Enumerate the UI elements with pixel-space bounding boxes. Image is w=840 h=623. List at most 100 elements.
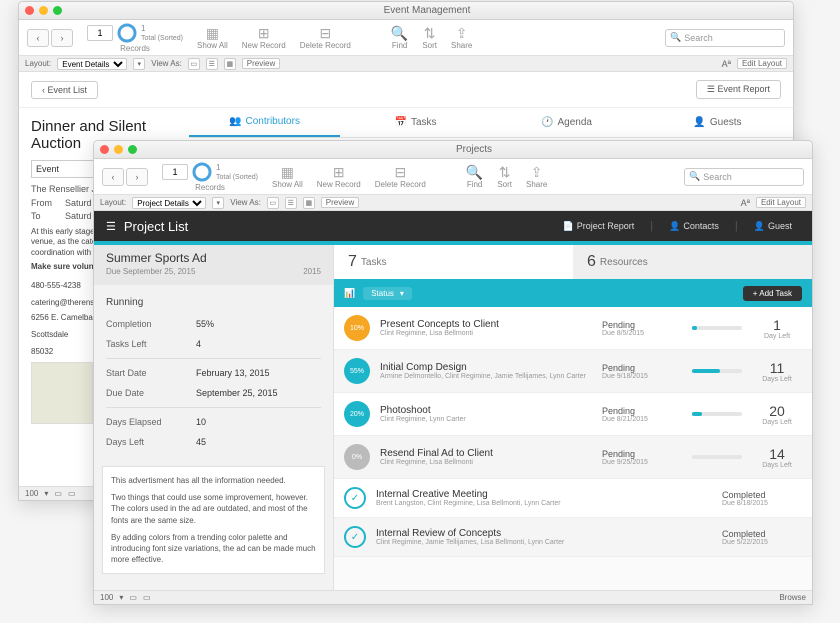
task-assignees: Armine Delmontello, Clint Regimine, Jami… [380, 373, 592, 380]
task-status: Pending [602, 363, 682, 373]
days-left: 11Days Left [752, 360, 802, 383]
back-event-list-button[interactable]: ‹ Event List [31, 81, 98, 99]
pie-icon [117, 23, 137, 43]
minimize-icon[interactable] [114, 145, 123, 154]
event-report-button[interactable]: ☰ Event Report [696, 80, 781, 99]
layout-select[interactable]: Project Details [132, 197, 206, 209]
search-input[interactable]: 🔍Search [684, 168, 804, 186]
task-row[interactable]: 0% Resend Final Ad to ClientClint Regimi… [334, 436, 812, 479]
form-view-button[interactable]: ▭ [188, 58, 200, 70]
delete-record-button[interactable]: ⊟Delete Record [300, 26, 351, 50]
task-assignees: Clint Regimine, Lisa Bellmonti [380, 330, 592, 337]
close-icon[interactable] [25, 6, 34, 15]
sb-icon[interactable]: ▭ [54, 489, 62, 498]
next-record-button[interactable]: › [126, 168, 148, 186]
layout-label: Layout: [25, 59, 51, 68]
guest-button[interactable]: 👤Guest [746, 221, 800, 232]
layout-bar: Layout: Event Details ▾ View As: ▭ ☰ ▦ P… [19, 56, 793, 72]
status-filter[interactable]: Status▾ [363, 287, 412, 300]
contacts-icon: 👤 [669, 221, 680, 232]
tab-resources[interactable]: 6Resources [573, 245, 812, 279]
close-icon[interactable] [100, 145, 109, 154]
task-title: Initial Comp Design [380, 362, 592, 373]
tab-agenda[interactable]: 🕐Agenda [491, 108, 642, 137]
record-number-input[interactable] [87, 25, 113, 41]
titlebar[interactable]: Event Management [19, 2, 793, 20]
new-record-button[interactable]: ⊞New Record [242, 26, 286, 50]
sort-button[interactable]: ⇅Sort [497, 165, 512, 189]
task-row[interactable]: 55% Initial Comp DesignArmine Delmontell… [334, 350, 812, 393]
sb-icon2[interactable]: ▭ [68, 489, 76, 498]
text-size-icon[interactable]: Aª [741, 198, 750, 208]
report-icon: 📄 [563, 221, 574, 232]
table-view-button[interactable]: ▦ [303, 197, 315, 209]
task-assignees: Brent Langston, Clint Regimine, Lisa Bel… [376, 500, 712, 507]
task-title: Photoshoot [380, 405, 592, 416]
zoom-icon[interactable] [128, 145, 137, 154]
layout-select[interactable]: Event Details [57, 58, 127, 70]
from-label: From [31, 198, 61, 208]
prev-record-button[interactable]: ‹ [102, 168, 124, 186]
share-button[interactable]: ⇪Share [451, 26, 472, 50]
table-view-button[interactable]: ▦ [224, 58, 236, 70]
task-title: Present Concepts to Client [380, 319, 592, 330]
preview-button[interactable]: Preview [242, 58, 280, 69]
new-record-button[interactable]: ⊞New Record [317, 165, 361, 189]
share-button[interactable]: ⇪Share [526, 165, 547, 189]
find-button[interactable]: 🔍Find [391, 26, 408, 50]
task-row[interactable]: ✓ Internal Creative MeetingBrent Langsto… [334, 479, 812, 518]
project-report-button[interactable]: 📄Project Report [555, 221, 643, 232]
projects-window: Projects ‹ › 1Total (Sorted) Records ▦Sh… [93, 140, 813, 605]
next-record-button[interactable]: › [51, 29, 73, 47]
progress-badge: 10% [344, 315, 370, 341]
minimize-icon[interactable] [39, 6, 48, 15]
task-row[interactable]: ✓ Internal Review of ConceptsClint Regim… [334, 518, 812, 557]
record-number-input[interactable] [162, 164, 188, 180]
tab-guests[interactable]: 👤Guests [642, 108, 793, 137]
map-thumbnail[interactable] [31, 362, 93, 424]
prev-record-button[interactable]: ‹ [27, 29, 49, 47]
check-icon: ✓ [344, 526, 366, 548]
progress-bar [692, 369, 742, 373]
contacts-button[interactable]: 👤Contacts [661, 221, 727, 232]
list-view-button[interactable]: ☰ [206, 58, 218, 70]
tab-contributors[interactable]: 👥Contributors [189, 108, 340, 137]
project-note[interactable]: This advertisment has all the informatio… [102, 466, 325, 574]
show-all-button[interactable]: ▦Show All [272, 165, 303, 189]
task-row[interactable]: 10% Present Concepts to ClientClint Regi… [334, 307, 812, 350]
project-year: 2015 [303, 267, 321, 276]
show-all-button[interactable]: ▦Show All [197, 26, 228, 50]
add-task-button[interactable]: + Add Task [743, 286, 802, 301]
delete-record-button[interactable]: ⊟Delete Record [375, 165, 426, 189]
mode-label[interactable]: Browse [779, 593, 806, 602]
list-view-button[interactable]: ☰ [285, 197, 297, 209]
task-due: Due 9/18/2015 [602, 373, 682, 380]
elapsed-label: Days Elapsed [106, 417, 196, 427]
tab-tasks[interactable]: 📅Tasks [340, 108, 491, 137]
sort-button[interactable]: ⇅Sort [422, 26, 437, 50]
view-as-label: View As: [151, 59, 182, 68]
dropdown-icon[interactable]: ▾ [212, 197, 224, 209]
search-input[interactable]: 🔍Search [665, 29, 785, 47]
text-size-icon[interactable]: Aª [722, 59, 731, 69]
search-icon: 🔍 [689, 171, 700, 182]
dropdown-icon[interactable]: ▾ [133, 58, 145, 70]
zoom-value[interactable]: 100 [100, 593, 113, 602]
preview-button[interactable]: Preview [321, 197, 359, 208]
find-button[interactable]: 🔍Find [466, 165, 483, 189]
edit-layout-button[interactable]: Edit Layout [756, 197, 806, 208]
task-status: Completed [722, 529, 802, 539]
task-row[interactable]: 20% PhotoshootClint Regimine, Lynn Carte… [334, 393, 812, 436]
days-left: 1Day Left [752, 317, 802, 340]
tab-tasks[interactable]: 7Tasks [334, 245, 573, 279]
sb-icon2[interactable]: ▭ [143, 593, 151, 602]
search-icon: 🔍 [670, 32, 681, 43]
zoom-value[interactable]: 100 [25, 489, 38, 498]
edit-layout-button[interactable]: Edit Layout [737, 58, 787, 69]
form-view-button[interactable]: ▭ [267, 197, 279, 209]
sb-icon[interactable]: ▭ [129, 593, 137, 602]
titlebar[interactable]: Projects [94, 141, 812, 159]
task-status: Completed [722, 490, 802, 500]
zoom-icon[interactable] [53, 6, 62, 15]
chart-icon[interactable]: 📊 [344, 288, 355, 299]
